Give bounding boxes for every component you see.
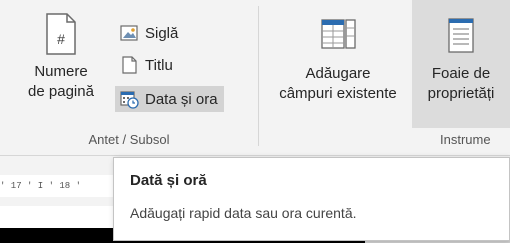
header-footer-group-label: Antet / Subsol (88, 132, 170, 147)
group-divider (258, 6, 259, 146)
property-sheet-label-line2: proprietăți (427, 85, 495, 102)
property-sheet-label-line1: Foaie de (431, 65, 491, 82)
tooltip-title: Dată și oră (130, 172, 207, 189)
page-numbers-button[interactable]: # Numere de pagină (16, 8, 106, 102)
page-numbers-label-line2: de pagină (28, 83, 94, 100)
add-fields-label-line2: câmpuri existente (279, 85, 397, 102)
horizontal-ruler[interactable]: ' 17 ' I ' 18 ' (0, 175, 120, 197)
svg-text:#: # (57, 31, 65, 47)
logo-picture-icon (120, 25, 138, 41)
page-number-icon: # (46, 13, 76, 55)
add-fields-label-line1: Adăugare (305, 65, 371, 82)
date-time-label: Data și ora (145, 90, 218, 108)
property-sheet-icon (448, 18, 474, 53)
page-numbers-label-line1: Numere (34, 63, 88, 80)
ribbon: # Numere de pagină Siglă Titlu Data și o… (0, 0, 510, 156)
add-fields-icon (321, 19, 356, 49)
title-page-icon (122, 56, 137, 74)
tools-group-label: Instrume (440, 132, 491, 147)
title-button[interactable]: Titlu (115, 52, 177, 78)
title-label: Titlu (145, 56, 173, 74)
calendar-clock-icon (120, 91, 139, 109)
logo-button[interactable]: Siglă (115, 20, 182, 46)
tooltip-description: Adăugați rapid data sau ora curentă. (130, 205, 357, 221)
property-sheet-button[interactable]: Foaie de proprietăți (412, 0, 510, 128)
add-existing-fields-button[interactable]: Adăugare câmpuri existente (268, 8, 408, 104)
tooltip: Dată și oră Adăugați rapid data sau ora … (113, 157, 510, 241)
logo-label: Siglă (145, 24, 179, 42)
date-time-button[interactable]: Data și ora (115, 86, 224, 112)
